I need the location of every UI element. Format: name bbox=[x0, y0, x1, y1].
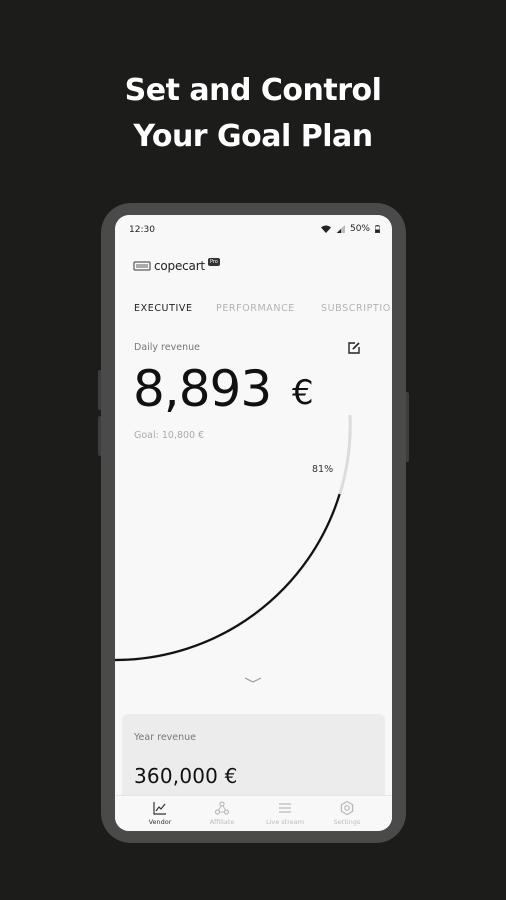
nav-affiliate-label: Affiliate bbox=[209, 818, 235, 826]
nav-settings-label: Settings bbox=[333, 818, 361, 826]
phone-screen: 12:30 50% copecart Pro EXECUTIVE PERFORM… bbox=[115, 215, 392, 831]
bottom-navigation: Vendor Affiliate Live stream Settings bbox=[115, 795, 392, 831]
progress-track bbox=[115, 414, 352, 662]
progress-fill bbox=[115, 493, 341, 662]
gear-icon bbox=[340, 800, 354, 816]
headline-line-1: Set and Control bbox=[124, 73, 382, 108]
year-revenue-label: Year revenue bbox=[134, 732, 197, 743]
nav-settings[interactable]: Settings bbox=[315, 800, 379, 826]
year-revenue-value: 360,000 € bbox=[134, 764, 238, 788]
goal-progress-arc bbox=[115, 414, 352, 662]
chart-line-icon bbox=[153, 802, 166, 815]
headline-line-2: Your Goal Plan bbox=[133, 119, 373, 154]
network-icon bbox=[214, 801, 230, 815]
headline: Set and Control Your Goal Plan bbox=[0, 68, 506, 160]
nav-live-stream[interactable]: Live stream bbox=[253, 800, 317, 826]
nav-affiliate[interactable]: Affiliate bbox=[190, 800, 254, 826]
nav-vendor[interactable]: Vendor bbox=[128, 800, 192, 826]
progress-percent: 81% bbox=[312, 464, 334, 475]
nav-vendor-label: Vendor bbox=[148, 818, 172, 826]
chevron-down-icon[interactable] bbox=[243, 675, 263, 685]
nav-live-stream-label: Live stream bbox=[265, 818, 305, 826]
list-icon bbox=[279, 803, 291, 813]
